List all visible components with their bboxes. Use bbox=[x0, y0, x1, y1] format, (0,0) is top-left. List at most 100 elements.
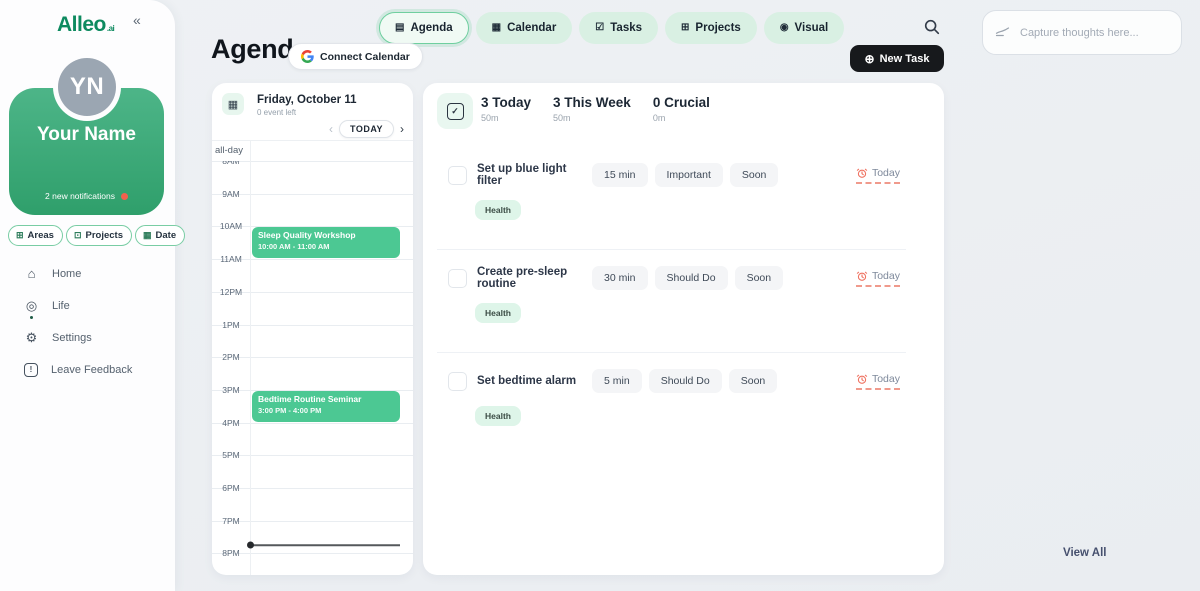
tab-visual[interactable]: ◉Visual bbox=[764, 12, 844, 44]
task-checkbox[interactable] bbox=[448, 166, 467, 185]
task-title[interactable]: Set up blue light filter bbox=[477, 163, 592, 187]
prev-day-icon[interactable]: ‹ bbox=[329, 123, 333, 135]
task-checkbox[interactable] bbox=[448, 269, 467, 288]
tab-label: Projects bbox=[695, 22, 740, 34]
events-left-label: 0 event left bbox=[257, 108, 296, 117]
search-icon[interactable] bbox=[923, 18, 943, 38]
task-duration-pill[interactable]: 30 min bbox=[592, 266, 648, 290]
hour-label: 4PM bbox=[212, 418, 250, 428]
tab-agenda[interactable]: ▤ Agenda bbox=[379, 12, 469, 44]
agenda-icon: ▤ bbox=[395, 23, 404, 33]
task-when-pill[interactable]: Soon bbox=[729, 369, 778, 393]
view-all-link[interactable]: View All bbox=[1063, 547, 1106, 559]
task-main-row: Set bedtime alarm5 min Should Do Soon Today bbox=[448, 369, 900, 393]
sidebar-item-label: Home bbox=[52, 268, 81, 280]
scribble-pen-icon bbox=[995, 24, 1010, 42]
task-list: Set up blue light filter15 min Important S… bbox=[423, 147, 944, 456]
calendar-icon: ▦ bbox=[222, 93, 244, 115]
visual-icon: ◉ bbox=[780, 23, 789, 33]
notifications-label: 2 new notifications bbox=[45, 191, 115, 201]
hour-label: 10AM bbox=[212, 221, 250, 231]
task-title[interactable]: Set bedtime alarm bbox=[477, 375, 592, 387]
task-checkbox[interactable] bbox=[448, 372, 467, 391]
calendar-time-grid[interactable]: 8AM9AM10AM11AM12PM1PM2PM3PM4PM5PM6PM7PM8… bbox=[212, 161, 413, 575]
tab-label: Tasks bbox=[610, 22, 642, 34]
hour-label: 8PM bbox=[212, 548, 250, 558]
new-task-button[interactable]: ⊕ New Task bbox=[850, 45, 944, 72]
task-due-badge[interactable]: Today bbox=[856, 270, 900, 287]
calendar-event[interactable]: Sleep Quality Workshop10:00 AM - 11:00 A… bbox=[252, 227, 400, 258]
capture-thoughts-input[interactable] bbox=[1018, 26, 1169, 40]
today-button[interactable]: TODAY bbox=[339, 120, 394, 138]
task-priority-pill[interactable]: Should Do bbox=[655, 266, 728, 290]
sidebar-item-feedback[interactable]: !Leave Feedback bbox=[24, 360, 132, 379]
sidebar-item-home[interactable]: ⌂ Home bbox=[24, 264, 132, 283]
capture-thoughts-box[interactable] bbox=[982, 10, 1182, 55]
task-main-row: Set up blue light filter15 min Important S… bbox=[448, 163, 900, 187]
task-when-pill[interactable]: Soon bbox=[735, 266, 784, 290]
calendar-nav: ‹ TODAY › bbox=[329, 120, 404, 138]
alarm-clock-icon bbox=[856, 167, 868, 179]
connect-calendar-button[interactable]: Connect Calendar bbox=[288, 43, 423, 70]
task-due-label: Today bbox=[872, 270, 900, 282]
task-tag[interactable]: Health bbox=[475, 406, 521, 426]
active-indicator-dot bbox=[30, 316, 33, 319]
feedback-icon: ! bbox=[24, 363, 38, 377]
tasks-summary-icon: ✓ bbox=[437, 93, 473, 129]
task-duration-pill[interactable]: 5 min bbox=[592, 369, 642, 393]
task-row: Set bedtime alarm5 min Should Do Soon Today… bbox=[423, 353, 944, 456]
current-time-dot[interactable] bbox=[247, 542, 254, 549]
event-title: Bedtime Routine Seminar bbox=[258, 394, 394, 404]
time-column-divider bbox=[250, 161, 251, 575]
sidebar-item-life[interactable]: ◎Life bbox=[24, 296, 132, 315]
task-due-label: Today bbox=[872, 167, 900, 179]
task-due-label: Today bbox=[872, 373, 900, 385]
calendar-event[interactable]: Bedtime Routine Seminar 3:00 PM - 4:00 PM bbox=[252, 391, 400, 422]
filter-pill-date[interactable]: ▦Date bbox=[135, 225, 185, 246]
notifications[interactable]: 2 new notifications bbox=[9, 191, 164, 201]
sidebar-filter-pills: ⊞ Areas ⊡Projects▦Date bbox=[8, 225, 185, 246]
tab-projects[interactable]: ⊞ Projects bbox=[665, 12, 757, 44]
new-task-label: New Task bbox=[880, 53, 930, 65]
sidebar-item-settings[interactable]: ⚙Settings bbox=[24, 328, 132, 347]
tab-tasks[interactable]: ☑Tasks bbox=[579, 12, 658, 44]
check-square-icon: ✓ bbox=[447, 103, 464, 120]
filter-pill-areas[interactable]: ⊞ Areas bbox=[8, 225, 63, 246]
stat-value: 0 Crucial bbox=[653, 95, 710, 110]
avatar[interactable]: YN bbox=[58, 58, 116, 116]
areas-icon: ⊞ bbox=[16, 231, 24, 240]
app-logo: Alleo.ai bbox=[57, 13, 114, 37]
filter-pill-label: Areas bbox=[28, 230, 54, 241]
task-due-badge[interactable]: Today bbox=[856, 167, 900, 184]
task-when-pill[interactable]: Soon bbox=[730, 163, 779, 187]
filter-pill-projects[interactable]: ⊡Projects bbox=[66, 225, 132, 246]
tab-label: Agenda bbox=[410, 22, 452, 34]
task-pills: 30 min Should Do Soon bbox=[592, 266, 783, 290]
hour-label: 9AM bbox=[212, 189, 250, 199]
home-icon: ⌂ bbox=[24, 267, 39, 280]
event-time: 10:00 AM - 11:00 AM bbox=[258, 242, 394, 251]
hour-label: 3PM bbox=[212, 385, 250, 395]
projects-icon: ⊡ bbox=[74, 231, 82, 240]
task-priority-pill[interactable]: Important bbox=[655, 163, 723, 187]
tab-calendar[interactable]: ▦Calendar bbox=[476, 12, 573, 44]
task-duration-pill[interactable]: 15 min bbox=[592, 163, 648, 187]
projects-icon: ⊞ bbox=[681, 23, 689, 33]
task-stat: 3 This Week50m bbox=[553, 95, 631, 123]
next-day-icon[interactable]: › bbox=[400, 123, 404, 135]
task-tag[interactable]: Health bbox=[475, 200, 521, 220]
task-due-badge[interactable]: Today bbox=[856, 373, 900, 390]
life-icon: ◎ bbox=[24, 299, 39, 312]
event-time: 3:00 PM - 4:00 PM bbox=[258, 406, 394, 415]
task-row: Set up blue light filter15 min Important S… bbox=[423, 147, 944, 250]
tasks-stats: 3 Today50m3 This Week50m0 Crucial0m bbox=[481, 95, 710, 123]
task-priority-pill[interactable]: Should Do bbox=[649, 369, 722, 393]
collapse-sidebar-icon[interactable]: « bbox=[133, 12, 141, 28]
notification-dot-icon bbox=[121, 193, 128, 200]
sidebar-item-label: Settings bbox=[52, 332, 92, 344]
hour-label: 6PM bbox=[212, 483, 250, 493]
task-tags: Health bbox=[475, 303, 900, 323]
task-title[interactable]: Create pre-sleep routine bbox=[477, 266, 592, 290]
task-tag[interactable]: Health bbox=[475, 303, 521, 323]
all-day-label: all-day bbox=[215, 145, 243, 156]
